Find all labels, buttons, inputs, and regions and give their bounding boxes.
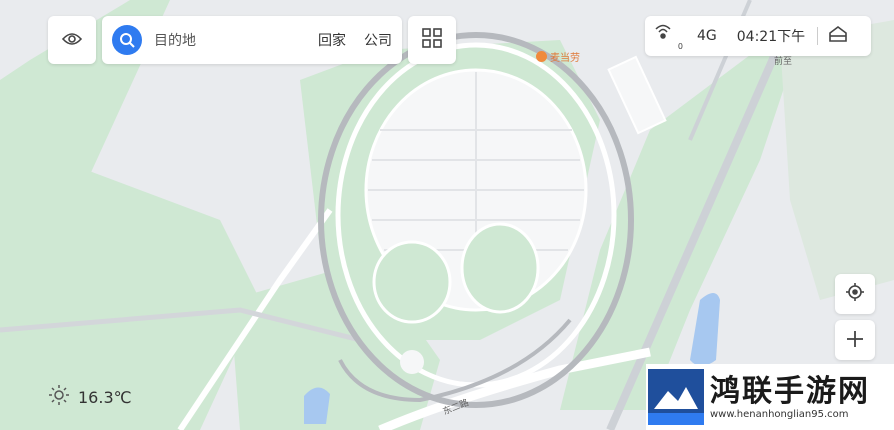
poi-label: 麦当劳 xyxy=(550,53,580,64)
signal-count: 0 xyxy=(677,42,683,51)
apps-button[interactable] xyxy=(408,16,456,64)
search-icon[interactable] xyxy=(112,25,142,55)
company-shortcut[interactable]: 公司 xyxy=(364,30,392,50)
search-bar[interactable]: 目的地 回家 公司 xyxy=(102,16,402,64)
infield-right xyxy=(460,222,540,314)
locate-icon xyxy=(845,282,865,306)
watermark-banner: 鸿联手游网 www.henanhonglian95.com xyxy=(646,364,894,430)
sun-icon xyxy=(48,384,70,410)
poi-icon xyxy=(536,51,547,62)
plus-icon xyxy=(846,326,864,354)
watermark-title: 鸿联手游网 xyxy=(710,373,870,409)
layer-visibility-button[interactable] xyxy=(48,16,96,64)
infield-left xyxy=(372,240,452,324)
locate-button[interactable] xyxy=(835,274,875,314)
zoom-in-button[interactable] xyxy=(835,320,875,360)
grid-icon xyxy=(422,28,442,52)
temperature: 16.3℃ xyxy=(78,387,132,407)
status-bar: 0 4G 04:21下午 xyxy=(645,16,871,56)
watermark-logo-icon xyxy=(648,369,704,425)
network-type: 4G xyxy=(697,28,717,44)
eye-icon xyxy=(61,31,83,50)
water-pond xyxy=(304,387,330,424)
weather-widget: 16.3℃ xyxy=(48,384,132,410)
status-divider xyxy=(817,27,819,45)
poi-marker[interactable]: 麦当劳 xyxy=(536,49,580,64)
home-icon[interactable] xyxy=(828,25,848,47)
search-input[interactable]: 目的地 xyxy=(154,30,300,50)
clock: 04:21下午 xyxy=(736,29,806,45)
watermark-url: www.henanhonglian95.com xyxy=(710,408,849,420)
roundabout xyxy=(400,350,424,374)
home-shortcut[interactable]: 回家 xyxy=(318,30,346,50)
signal-icon: 0 xyxy=(655,24,683,51)
